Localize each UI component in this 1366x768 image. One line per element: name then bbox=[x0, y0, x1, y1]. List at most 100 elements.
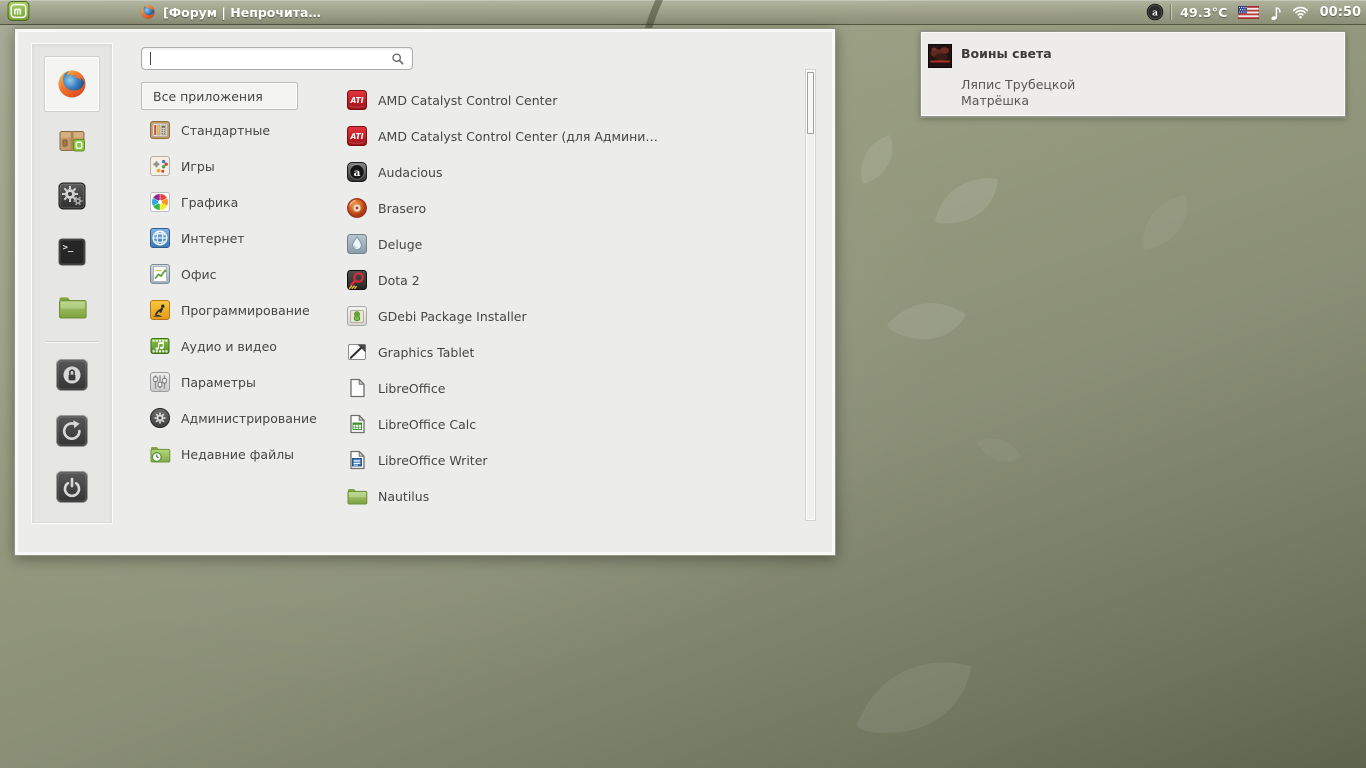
application-item[interactable]: Graphics Tablet bbox=[337, 334, 802, 370]
temperature-applet[interactable]: 49.3°C bbox=[1180, 5, 1227, 20]
lowriter-icon bbox=[345, 448, 369, 472]
category-item[interactable]: Администрирование bbox=[141, 400, 337, 436]
category-item[interactable]: Аудио и видео bbox=[141, 328, 337, 364]
firefox-icon bbox=[140, 4, 156, 20]
svg-text:a: a bbox=[1152, 8, 1158, 18]
session-button[interactable] bbox=[44, 347, 100, 403]
system-tray: a 49.3°C 00:50 bbox=[1146, 0, 1361, 24]
item-label: Стандартные bbox=[181, 123, 270, 138]
favorite-button[interactable] bbox=[44, 168, 100, 224]
application-item[interactable]: LibreOffice Calc bbox=[337, 406, 802, 442]
all-applications-button[interactable]: Все приложения bbox=[141, 82, 298, 110]
search-input[interactable] bbox=[148, 49, 392, 70]
window-title: [Форум | Непрочита… bbox=[163, 5, 321, 20]
mint-menu-button[interactable] bbox=[7, 2, 30, 22]
application-item[interactable]: GDebi Package Installer bbox=[337, 298, 802, 334]
item-label: LibreOffice Calc bbox=[378, 417, 476, 432]
tray-separator bbox=[1171, 4, 1172, 20]
item-label: Офис bbox=[181, 267, 217, 282]
category-item[interactable]: Стандартные bbox=[141, 112, 337, 148]
application-item[interactable]: aAudacious bbox=[337, 154, 802, 190]
item-label: Graphics Tablet bbox=[378, 345, 474, 360]
music-note-icon[interactable] bbox=[1270, 4, 1282, 21]
item-label: Параметры bbox=[181, 375, 256, 390]
search-icon bbox=[391, 52, 405, 66]
scrollbar-thumb[interactable] bbox=[807, 72, 814, 134]
application-item[interactable]: Deluge bbox=[337, 226, 802, 262]
libreoffice-icon bbox=[345, 376, 369, 400]
top-panel: [Форум | Непрочита… a 49.3°C 00:50 bbox=[0, 0, 1366, 25]
text-caret bbox=[150, 52, 151, 65]
favorite-button[interactable] bbox=[44, 112, 100, 168]
category-item[interactable]: Графика bbox=[141, 184, 337, 220]
session-button[interactable] bbox=[44, 403, 100, 459]
category-item[interactable]: Параметры bbox=[141, 364, 337, 400]
favorite-button[interactable] bbox=[44, 56, 100, 112]
item-label: LibreOffice Writer bbox=[378, 453, 488, 468]
games-icon bbox=[148, 154, 172, 178]
brasero-icon bbox=[345, 196, 369, 220]
category-item[interactable]: Офис bbox=[141, 256, 337, 292]
application-item[interactable]: Brasero bbox=[337, 190, 802, 226]
logout-icon bbox=[55, 414, 89, 448]
all-applications-label: Все приложения bbox=[153, 89, 263, 104]
firefox-icon bbox=[56, 68, 88, 100]
software-manager-icon bbox=[56, 124, 88, 156]
favorites-panel: >_ bbox=[32, 44, 112, 523]
gdebi-icon bbox=[345, 304, 369, 328]
item-label: Deluge bbox=[378, 237, 422, 252]
nautilus-icon bbox=[345, 484, 369, 508]
svg-text:a: a bbox=[354, 167, 361, 179]
taskbar-window-button[interactable]: [Форум | Непрочита… bbox=[132, 0, 329, 24]
mint-logo-icon bbox=[7, 1, 30, 24]
category-list: Стандартные Игры Графика Интернет Офис Програ… bbox=[141, 112, 337, 472]
preferences-icon bbox=[148, 370, 172, 394]
category-item[interactable]: Игры bbox=[141, 148, 337, 184]
music-notification[interactable]: Воины света Ляпис Трубецкой Матрёшка bbox=[920, 31, 1346, 117]
recent-files-icon bbox=[148, 442, 172, 466]
favorite-button[interactable]: >_ bbox=[44, 224, 100, 280]
item-label: Интернет bbox=[181, 231, 245, 246]
item-label: Администрирование bbox=[181, 411, 317, 426]
notification-title: Воины света bbox=[961, 46, 1052, 61]
favorite-button[interactable] bbox=[44, 280, 100, 336]
application-item[interactable]: ATI AMD Catalyst Control Center bbox=[337, 82, 802, 118]
application-item[interactable]: LibreOffice Writer bbox=[337, 442, 802, 478]
application-item[interactable]: ATI AMD Catalyst Control Center (для Адми… bbox=[337, 118, 802, 154]
application-item[interactable]: LibreOffice bbox=[337, 370, 802, 406]
item-label: Графика bbox=[181, 195, 238, 210]
svg-text:>_: >_ bbox=[63, 243, 74, 253]
application-item[interactable]: Nautilus bbox=[337, 478, 802, 514]
desktop: [Форум | Непрочита… a 49.3°C 00:50 >_ Вс bbox=[0, 0, 1366, 768]
localc-icon bbox=[345, 412, 369, 436]
item-label: AMD Catalyst Control Center (для Админи… bbox=[378, 129, 658, 144]
tablet-icon bbox=[345, 340, 369, 364]
wifi-icon[interactable] bbox=[1291, 5, 1310, 19]
album-art bbox=[928, 44, 952, 68]
item-label: Nautilus bbox=[378, 489, 429, 504]
audio-video-icon bbox=[148, 334, 172, 358]
keyboard-layout-flag-icon[interactable] bbox=[1238, 6, 1259, 19]
audacious-tray-icon[interactable]: a bbox=[1146, 3, 1164, 21]
favorites-list: >_ bbox=[33, 45, 111, 336]
session-button[interactable] bbox=[44, 459, 100, 515]
item-label: Недавние файлы bbox=[181, 447, 294, 462]
audacious-app-icon: a bbox=[345, 160, 369, 184]
notification-artist: Ляпис Трубецкой bbox=[961, 77, 1075, 92]
svg-text:ATI: ATI bbox=[350, 132, 364, 141]
category-item[interactable]: Интернет bbox=[141, 220, 337, 256]
svg-text:ATI: ATI bbox=[350, 96, 364, 105]
session-buttons bbox=[33, 347, 111, 515]
category-item[interactable]: Программирование bbox=[141, 292, 337, 328]
application-item[interactable]: Dota 2 bbox=[337, 262, 802, 298]
clock-applet[interactable]: 00:50 bbox=[1320, 5, 1361, 20]
system-settings-icon bbox=[56, 180, 88, 212]
scrollbar-track[interactable] bbox=[806, 70, 815, 520]
shutdown-icon bbox=[55, 470, 89, 504]
search-box bbox=[141, 47, 413, 70]
amd-icon: ATI bbox=[345, 124, 369, 148]
item-label: Аудио и видео bbox=[181, 339, 277, 354]
category-item[interactable]: Недавние файлы bbox=[141, 436, 337, 472]
item-label: AMD Catalyst Control Center bbox=[378, 93, 557, 108]
item-label: Игры bbox=[181, 159, 215, 174]
